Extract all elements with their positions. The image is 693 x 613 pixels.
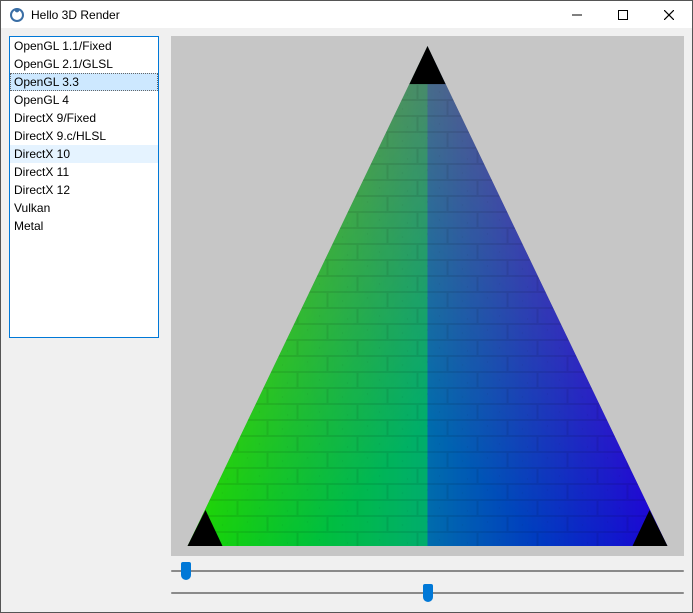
slider-2[interactable] xyxy=(171,582,684,604)
right-column xyxy=(171,36,684,604)
slider-2-thumb[interactable] xyxy=(423,584,433,602)
slider-1-thumb[interactable] xyxy=(181,562,191,580)
list-item[interactable]: DirectX 9/Fixed xyxy=(10,109,158,127)
list-item[interactable]: OpenGL 1.1/Fixed xyxy=(10,37,158,55)
list-item[interactable]: DirectX 12 xyxy=(10,181,158,199)
list-item[interactable]: OpenGL 4 xyxy=(10,91,158,109)
render-viewport xyxy=(171,36,684,556)
close-button[interactable] xyxy=(646,1,692,28)
client-area: OpenGL 1.1/FixedOpenGL 2.1/GLSLOpenGL 3.… xyxy=(1,28,692,612)
list-item[interactable]: OpenGL 3.3 xyxy=(10,73,158,91)
window-title: Hello 3D Render xyxy=(31,8,554,22)
window-controls xyxy=(554,1,692,28)
app-icon xyxy=(9,7,25,23)
corner-top xyxy=(410,46,446,84)
list-item[interactable]: DirectX 9.c/HLSL xyxy=(10,127,158,145)
maximize-button[interactable] xyxy=(600,1,646,28)
slider-panel xyxy=(171,556,684,604)
app-window: Hello 3D Render OpenGL 1.1/FixedOpenGL 2… xyxy=(0,0,693,613)
titlebar: Hello 3D Render xyxy=(1,1,692,28)
list-item[interactable]: DirectX 11 xyxy=(10,163,158,181)
slider-1-track xyxy=(171,570,684,572)
minimize-button[interactable] xyxy=(554,1,600,28)
renderer-listbox[interactable]: OpenGL 1.1/FixedOpenGL 2.1/GLSLOpenGL 3.… xyxy=(9,36,159,338)
slider-1[interactable] xyxy=(171,560,684,582)
slider-2-track xyxy=(171,592,684,594)
list-item[interactable]: OpenGL 2.1/GLSL xyxy=(10,55,158,73)
list-item[interactable]: Metal xyxy=(10,217,158,235)
list-item[interactable]: Vulkan xyxy=(10,199,158,217)
list-item[interactable]: DirectX 10 xyxy=(10,145,158,163)
